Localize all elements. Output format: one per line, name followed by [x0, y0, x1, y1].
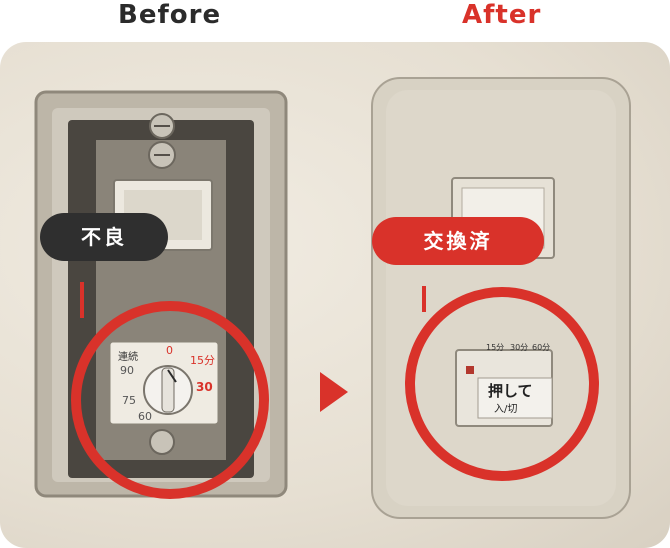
new-switch-plate [371, 77, 631, 519]
photo-illustration [34, 77, 631, 519]
timer-90-label: 90 [120, 364, 134, 377]
arrow-icon [320, 372, 348, 412]
timer-30-label: 30 [196, 380, 213, 394]
switch-push-label: 押して [488, 382, 533, 400]
timer-15-label: 15分 [190, 354, 215, 367]
timer-zero-label: 0 [166, 344, 173, 357]
timer-60-label: 60 [138, 410, 152, 423]
switch-onoff-label: 入/切 [494, 404, 518, 415]
switch-60-label: 60分 [532, 343, 551, 352]
before-heading: Before [118, 0, 222, 30]
comparison-photo: 連続 0 15分 30 90 75 60 15分 30分 60分 押して 入/切 [0, 42, 670, 548]
bad-badge: 不良 [40, 213, 168, 261]
replaced-badge: 交換済 [372, 217, 544, 265]
timer-mode-label: 連続 [118, 352, 138, 363]
switch-30-label: 30分 [510, 343, 529, 352]
timer-75-label: 75 [122, 394, 136, 407]
old-switch-plate [34, 90, 288, 498]
switch-15-label: 15分 [486, 343, 505, 352]
after-heading: After [462, 0, 542, 30]
